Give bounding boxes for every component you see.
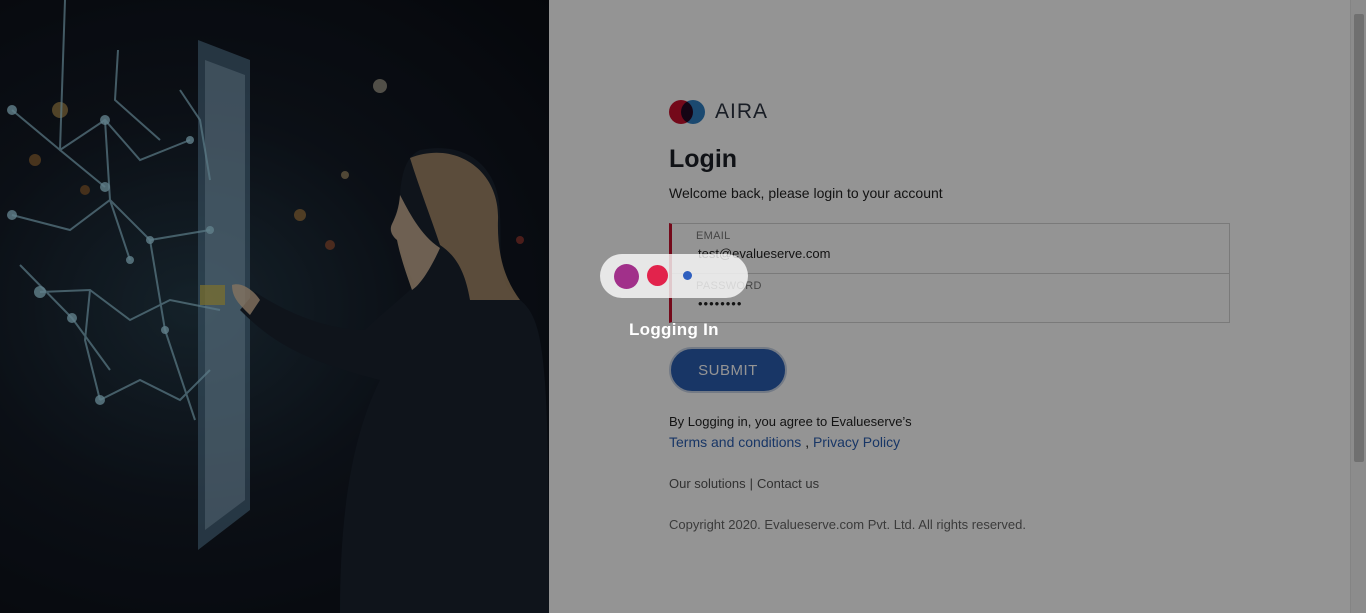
- loading-text: Logging In: [629, 320, 719, 339]
- loading-indicator: [600, 254, 748, 298]
- loader-dot-purple: [614, 264, 639, 289]
- loading-overlay: [0, 0, 1366, 613]
- loader-dot-pink: [647, 265, 668, 286]
- loader-dot-blue: [683, 271, 692, 280]
